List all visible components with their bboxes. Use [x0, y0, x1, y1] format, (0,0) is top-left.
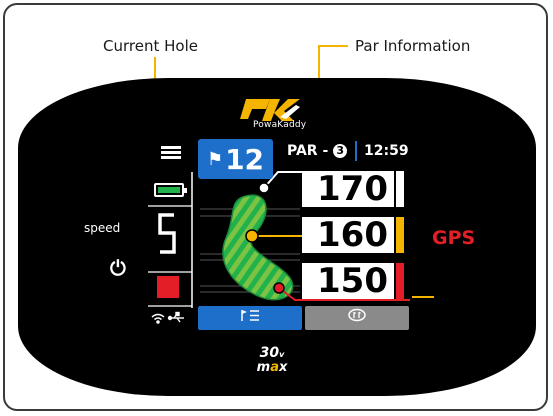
- distance-middle: 160: [302, 217, 394, 253]
- header-divider: [355, 141, 357, 161]
- usb-icon: [167, 311, 184, 323]
- par-label: PAR -: [287, 143, 329, 159]
- model-logo: 30v max: [256, 345, 288, 375]
- current-hole-display[interactable]: ⚑ 12: [198, 139, 273, 179]
- callout-line-par-horizontal: [318, 45, 348, 47]
- distance-front: 150: [302, 263, 394, 299]
- brand-name: PowaKaddy: [253, 120, 307, 130]
- distance-front-marker: [396, 263, 404, 299]
- green-view-icon: [348, 308, 366, 322]
- par-value: 3: [333, 144, 348, 158]
- hole-number: 12: [225, 142, 265, 176]
- menu-icon[interactable]: [161, 146, 181, 160]
- par-information: PAR - 3: [287, 143, 348, 159]
- speed-label: speed: [84, 221, 121, 235]
- battery-icon: [154, 183, 187, 197]
- distance-back: 170: [302, 171, 394, 207]
- gps-label: GPS: [432, 227, 476, 249]
- clock-time: 12:59: [364, 143, 409, 159]
- speed-digit: [158, 213, 176, 254]
- callout-par-information: Par Information: [355, 37, 471, 55]
- gps-marker: [412, 296, 434, 298]
- flag-icon: ⚑: [206, 148, 224, 169]
- wifi-icon: [151, 313, 165, 324]
- stop-button[interactable]: [157, 276, 179, 298]
- tab-green-view[interactable]: [305, 306, 409, 330]
- tab-hole-info[interactable]: [198, 306, 302, 330]
- callout-current-hole: Current Hole: [103, 37, 198, 55]
- power-icon[interactable]: ⏻: [110, 258, 126, 281]
- flag-list-icon: [241, 310, 259, 321]
- distance-back-marker: [396, 171, 404, 207]
- distance-middle-marker: [396, 217, 404, 253]
- connectivity-status: [151, 311, 184, 324]
